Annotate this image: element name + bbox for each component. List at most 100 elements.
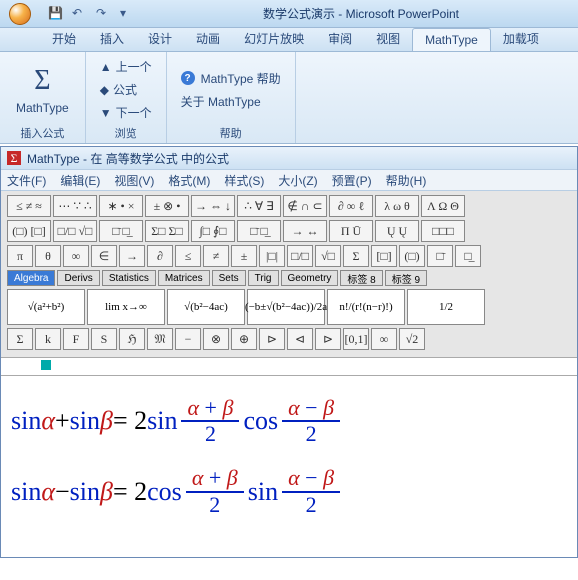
ruler-marker[interactable] (41, 360, 51, 370)
palette-button[interactable]: ∂ ∞ ℓ (329, 195, 373, 217)
palette-button[interactable]: ⊳ (315, 328, 341, 350)
tab-slideshow[interactable]: 幻灯片放映 (232, 26, 316, 51)
palette-button[interactable]: ℌ (119, 328, 145, 350)
menu-file[interactable]: 文件(F) (7, 172, 46, 189)
palette-button[interactable]: □/□ (287, 245, 313, 267)
palette-button[interactable]: □̄ (427, 245, 453, 267)
menu-size[interactable]: 大小(Z) (278, 172, 317, 189)
undo-icon[interactable]: ↶ (72, 6, 88, 22)
palette-button[interactable]: Ų Ų (375, 220, 419, 242)
mathtype-button[interactable]: Σ MathType (10, 61, 75, 119)
palette-button[interactable]: [0,1] (343, 328, 369, 350)
category-tab[interactable]: 标签 8 (340, 270, 382, 286)
qat-dropdown-icon[interactable]: ▾ (120, 6, 136, 22)
template-button[interactable]: √(b²−4ac) (167, 289, 245, 325)
about-button[interactable]: 关于 MathType (177, 91, 285, 112)
palette-button[interactable]: π (7, 245, 33, 267)
redo-icon[interactable]: ↷ (96, 6, 112, 22)
next-button[interactable]: ▼下一个 (96, 102, 156, 123)
palette-button[interactable]: ∂ (147, 245, 173, 267)
palette-button[interactable]: (□) [□] (7, 220, 51, 242)
palette-button[interactable]: Σ□ Σ□ (145, 220, 189, 242)
help-button[interactable]: ?MathType 帮助 (177, 68, 285, 89)
palette-button[interactable]: ⊳ (259, 328, 285, 350)
tab-animation[interactable]: 动画 (184, 26, 232, 51)
palette-button[interactable]: F (63, 328, 89, 350)
palette-button[interactable]: ∞ (371, 328, 397, 350)
palette-button[interactable]: − (175, 328, 201, 350)
template-button[interactable]: n!/(r!(n−r)!) (327, 289, 405, 325)
template-button[interactable]: 1/2 (407, 289, 485, 325)
palette-button[interactable]: □□□ (421, 220, 465, 242)
palette-button[interactable]: → (119, 245, 145, 267)
category-tab[interactable]: 标签 9 (385, 270, 427, 286)
palette-button[interactable]: λ ω θ (375, 195, 419, 217)
palette-button[interactable]: ≤ (175, 245, 201, 267)
palette-button[interactable]: ≠ (203, 245, 229, 267)
palette-button[interactable]: ⊕ (231, 328, 257, 350)
palette-button[interactable]: Π Ū (329, 220, 373, 242)
menu-prefs[interactable]: 预置(P) (332, 172, 372, 189)
category-tab[interactable]: Algebra (7, 270, 55, 286)
category-tab[interactable]: Statistics (102, 270, 156, 286)
palette-button[interactable]: ∞ (63, 245, 89, 267)
palette-button[interactable]: Σ (343, 245, 369, 267)
palette-button[interactable]: Σ (7, 328, 33, 350)
template-button[interactable]: √(a²+b²) (7, 289, 85, 325)
category-tab[interactable]: Geometry (281, 270, 339, 286)
palette-button[interactable]: ⋯ ∵ ∴ (53, 195, 97, 217)
palette-button[interactable]: |□| (259, 245, 285, 267)
palette-button[interactable]: 𝔐 (147, 328, 173, 350)
palette-button[interactable]: √□ (315, 245, 341, 267)
palette-button[interactable]: □̲ (455, 245, 481, 267)
category-tab[interactable]: Matrices (158, 270, 210, 286)
menu-help[interactable]: 帮助(H) (386, 172, 427, 189)
palette-button[interactable]: ⊲ (287, 328, 313, 350)
tab-addins[interactable]: 加载项 (491, 26, 551, 51)
office-button[interactable] (0, 0, 40, 28)
palette-button[interactable]: □/□ √□ (53, 220, 97, 242)
palette-button[interactable]: → ⇔ ↓ (191, 195, 235, 217)
palette-button[interactable]: ∗ • × (99, 195, 143, 217)
category-tab[interactable]: Derivs (57, 270, 99, 286)
tab-mathtype[interactable]: MathType (412, 28, 491, 51)
palette-button[interactable]: ± ⊗ • (145, 195, 189, 217)
menu-format[interactable]: 格式(M) (168, 172, 210, 189)
ribbon-tabs: 开始 插入 设计 动画 幻灯片放映 审阅 视图 MathType 加载项 (0, 28, 578, 52)
office-orb-icon (9, 3, 31, 25)
save-icon[interactable]: 💾 (48, 6, 64, 22)
palette-button[interactable]: ∴ ∀ ∃ (237, 195, 281, 217)
category-tab[interactable]: Trig (248, 270, 279, 286)
category-tab[interactable]: Sets (212, 270, 246, 286)
palette-button[interactable]: ± (231, 245, 257, 267)
palette-button[interactable]: ≤ ≠ ≈ (7, 195, 51, 217)
menu-view[interactable]: 视图(V) (114, 172, 154, 189)
palette-button[interactable]: → ↔ (283, 220, 327, 242)
palette-button[interactable]: k (35, 328, 61, 350)
palette-button[interactable]: S (91, 328, 117, 350)
tab-view[interactable]: 视图 (364, 26, 412, 51)
tab-review[interactable]: 审阅 (316, 26, 364, 51)
equation-canvas[interactable]: sin α + sin β = 2 sin α + β 2 cos α − β … (1, 376, 577, 557)
palette-button[interactable]: [□] (371, 245, 397, 267)
palette-button[interactable]: ∫□ ∮□ (191, 220, 235, 242)
palette-button[interactable]: θ (35, 245, 61, 267)
template-button[interactable]: (−b±√(b²−4ac))/2a (247, 289, 325, 325)
template-button[interactable]: lim x→∞ (87, 289, 165, 325)
tab-insert[interactable]: 插入 (88, 26, 136, 51)
menu-style[interactable]: 样式(S) (224, 172, 264, 189)
tab-design[interactable]: 设计 (136, 26, 184, 51)
menu-edit[interactable]: 编辑(E) (60, 172, 100, 189)
palette-button[interactable]: ⊗ (203, 328, 229, 350)
palette-button[interactable]: Λ Ω Θ (421, 195, 465, 217)
palette-button[interactable]: □̄ □̲ (237, 220, 281, 242)
ruler[interactable] (1, 358, 577, 376)
palette-button[interactable]: ∉ ∩ ⊂ (283, 195, 327, 217)
formula-button[interactable]: ◆公式 (96, 79, 156, 100)
tab-home[interactable]: 开始 (40, 26, 88, 51)
prev-button[interactable]: ▲上一个 (96, 56, 156, 77)
palette-button[interactable]: (□) (399, 245, 425, 267)
palette-button[interactable]: □̄ □̲ (99, 220, 143, 242)
palette-button[interactable]: √2 (399, 328, 425, 350)
palette-button[interactable]: ∈ (91, 245, 117, 267)
